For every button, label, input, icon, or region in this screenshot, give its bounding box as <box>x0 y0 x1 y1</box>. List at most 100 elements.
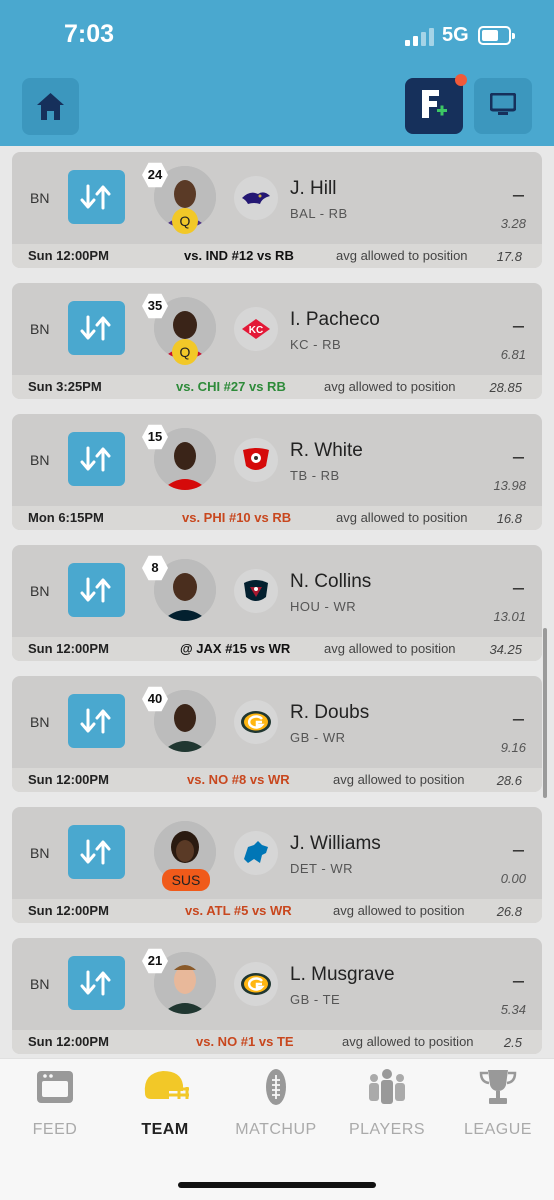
slot-label: BN <box>30 714 50 730</box>
swap-arrows-icon <box>80 970 111 996</box>
tab-team[interactable]: TEAM <box>110 1067 220 1157</box>
trophy-icon <box>479 1070 517 1104</box>
swap-button[interactable] <box>68 825 125 879</box>
kickoff-time: Sun 12:00PM <box>28 641 109 656</box>
allowed-value: 26.8 <box>496 904 522 919</box>
home-button[interactable] <box>22 78 79 135</box>
tv-icon <box>490 93 516 115</box>
football-icon <box>266 1069 286 1105</box>
player-team-position: TB - RB <box>290 468 340 483</box>
player-card[interactable]: BN 8 N. Collins HOU - WR – 13.01 Sun 12:… <box>12 545 542 661</box>
matchup-row: Mon 6:15PM vs. PHI #10 vs RB avg allowed… <box>12 506 542 530</box>
player-name[interactable]: J. Hill <box>290 178 336 200</box>
player-score: – <box>512 446 524 468</box>
texans-logo <box>234 569 278 613</box>
slot-label: BN <box>30 321 50 337</box>
player-card[interactable]: BN 15 R. White TB - RB – 13.98 Mon 6:15P… <box>12 414 542 530</box>
allowed-label: avg allowed to position <box>336 248 468 263</box>
matchup-row: Sun 12:00PM vs. IND #12 vs RB avg allowe… <box>12 244 542 268</box>
opponent-matchup: vs. NO #8 vs WR <box>187 772 290 787</box>
swap-button[interactable] <box>68 694 125 748</box>
tab-label: FEED <box>32 1121 78 1138</box>
player-team-position: HOU - WR <box>290 599 357 614</box>
tab-label: PLAYERS <box>348 1121 426 1138</box>
allowed-label: avg allowed to position <box>324 641 456 656</box>
player-card[interactable]: BN 24 Q J. Hill BAL - RB – 3.28 Sun 12:0… <box>12 152 542 268</box>
tv-button[interactable] <box>474 78 532 134</box>
player-name[interactable]: N. Collins <box>290 571 371 593</box>
kickoff-time: Mon 6:15PM <box>28 510 104 525</box>
player-projection: 0.00 <box>500 871 526 886</box>
player-card[interactable]: BN 35 Q KC I. Pacheco KC - RB – 6.81 Sun… <box>12 283 542 399</box>
helmet-icon <box>144 1071 189 1099</box>
swap-button[interactable] <box>68 170 125 224</box>
player-projection: 6.81 <box>500 347 526 362</box>
matchup-row: Sun 12:00PM vs. ATL #5 vs WR avg allowed… <box>12 899 542 923</box>
opponent-matchup: vs. IND #12 vs RB <box>184 248 294 263</box>
allowed-value: 28.85 <box>489 380 522 395</box>
opponent-matchup: vs. CHI #27 vs RB <box>176 379 286 394</box>
allowed-value: 34.25 <box>489 642 522 657</box>
tab-label: TEAM <box>141 1121 189 1138</box>
swap-button[interactable] <box>68 563 125 617</box>
slot-label: BN <box>30 845 50 861</box>
players-icon <box>369 1069 405 1104</box>
player-projection: 13.01 <box>493 609 526 624</box>
matchup-row: Sun 12:00PM vs. NO #8 vs WR avg allowed … <box>12 768 542 792</box>
tab-matchup[interactable]: MATCHUP <box>221 1067 331 1157</box>
swap-button[interactable] <box>68 301 125 355</box>
opponent-matchup: vs. ATL #5 vs WR <box>185 903 292 918</box>
swap-arrows-icon <box>80 577 111 603</box>
kickoff-time: Sun 12:00PM <box>28 772 109 787</box>
player-name[interactable]: J. Williams <box>290 833 381 855</box>
player-score: – <box>512 315 524 337</box>
swap-arrows-icon <box>80 839 111 865</box>
player-projection: 9.16 <box>500 740 526 755</box>
allowed-label: avg allowed to position <box>333 903 465 918</box>
status-time: 7:03 <box>64 20 115 48</box>
kickoff-time: Sun 3:25PM <box>28 379 102 394</box>
packers-logo <box>234 962 278 1006</box>
slot-label: BN <box>30 190 50 206</box>
player-team-position: BAL - RB <box>290 206 348 221</box>
player-score: – <box>512 839 524 861</box>
player-card[interactable]: BN 21 L. Musgrave GB - TE – 5.34 Sun 12:… <box>12 938 542 1054</box>
player-score: – <box>512 708 524 730</box>
matchup-row: Sun 3:25PM vs. CHI #27 vs RB avg allowed… <box>12 375 542 399</box>
signal-icon <box>405 26 435 46</box>
allowed-label: avg allowed to position <box>336 510 468 525</box>
scrollbar[interactable] <box>543 628 547 798</box>
tab-players[interactable]: PLAYERS <box>332 1067 442 1157</box>
tab-league[interactable]: LEAGUE <box>443 1067 553 1157</box>
swap-arrows-icon <box>80 708 111 734</box>
tab-label: MATCHUP <box>235 1121 317 1138</box>
kickoff-time: Sun 12:00PM <box>28 1034 109 1049</box>
player-score: – <box>512 970 524 992</box>
swap-button[interactable] <box>68 956 125 1010</box>
fantasy-plus-button[interactable] <box>405 74 467 134</box>
player-card[interactable]: BN SUS J. Williams DET - WR – 0.00 Sun 1… <box>12 807 542 923</box>
player-card[interactable]: BN 40 R. Doubs GB - WR – 9.16 Sun 12:00P… <box>12 676 542 792</box>
slot-label: BN <box>30 976 50 992</box>
suspended-badge: SUS <box>162 869 210 891</box>
lions-logo <box>234 831 278 875</box>
buccaneers-logo <box>234 438 278 482</box>
allowed-value: 16.8 <box>496 511 522 526</box>
player-name[interactable]: I. Pacheco <box>290 309 380 331</box>
swap-button[interactable] <box>68 432 125 486</box>
notification-dot <box>455 74 467 86</box>
player-name[interactable]: R. White <box>290 440 363 462</box>
opponent-matchup: vs. NO #1 vs TE <box>196 1034 294 1049</box>
roster-list[interactable]: BN 24 Q J. Hill BAL - RB – 3.28 Sun 12:0… <box>0 146 554 1058</box>
kickoff-time: Sun 12:00PM <box>28 903 109 918</box>
allowed-label: avg allowed to position <box>342 1034 474 1049</box>
player-name[interactable]: L. Musgrave <box>290 964 395 986</box>
player-score: – <box>512 577 524 599</box>
allowed-value: 17.8 <box>496 249 522 264</box>
allowed-value: 2.5 <box>503 1035 522 1050</box>
tab-feed[interactable]: FEED <box>0 1067 110 1157</box>
player-projection: 3.28 <box>500 216 526 231</box>
player-name[interactable]: R. Doubs <box>290 702 369 724</box>
player-team-position: KC - RB <box>290 337 342 352</box>
svg-text:KC: KC <box>249 325 263 336</box>
